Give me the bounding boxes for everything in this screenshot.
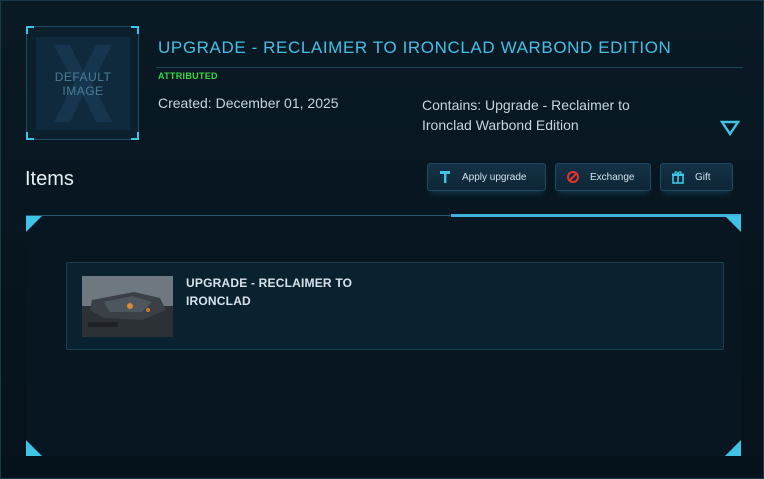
frame-corner-triangle bbox=[725, 216, 741, 232]
ship-image-icon bbox=[82, 276, 173, 337]
items-divider-highlight bbox=[451, 214, 741, 217]
frame-corner-triangle bbox=[26, 216, 42, 232]
title-divider bbox=[156, 67, 743, 68]
contains-text: Contains: Upgrade - Reclaimer to Ironcla… bbox=[422, 97, 630, 133]
gift-box-icon bbox=[672, 171, 684, 184]
gift-label: Gift bbox=[695, 171, 711, 183]
hammer-icon bbox=[440, 171, 450, 183]
apply-upgrade-button[interactable]: Apply upgrade bbox=[427, 163, 546, 191]
items-heading: Items bbox=[25, 168, 74, 190]
exchange-label: Exchange bbox=[590, 171, 635, 183]
default-image-label: DEFAULT IMAGE bbox=[54, 70, 112, 98]
frame-corner bbox=[131, 26, 139, 34]
frame-corner bbox=[26, 132, 34, 140]
item-thumbnail bbox=[82, 276, 173, 337]
frame-corner bbox=[131, 132, 139, 140]
prohibited-icon bbox=[567, 171, 579, 183]
list-item[interactable]: UPGRADE - RECLAIMER TO IRONCLAD bbox=[66, 262, 724, 350]
pledge-title: UPGRADE - RECLAIMER TO IRONCLAD WARBOND … bbox=[158, 38, 672, 57]
pledge-panel: DEFAULT IMAGE UPGRADE - RECLAIMER TO IRO… bbox=[0, 0, 764, 479]
chevron-down-icon[interactable] bbox=[720, 120, 740, 136]
gift-button[interactable]: Gift bbox=[660, 163, 733, 191]
frame-corner-triangle bbox=[26, 440, 42, 456]
frame-corner bbox=[26, 26, 34, 34]
frame-corner-triangle bbox=[725, 440, 741, 456]
exchange-button[interactable]: Exchange bbox=[555, 163, 651, 191]
item-name: UPGRADE - RECLAIMER TO IRONCLAD bbox=[186, 276, 353, 308]
attributed-badge: ATTRIBUTED bbox=[158, 71, 218, 81]
created-date: Created: December 01, 2025 bbox=[158, 95, 339, 111]
pledge-thumbnail: DEFAULT IMAGE bbox=[26, 26, 139, 140]
default-image: DEFAULT IMAGE bbox=[36, 37, 130, 130]
apply-upgrade-label: Apply upgrade bbox=[462, 171, 527, 183]
